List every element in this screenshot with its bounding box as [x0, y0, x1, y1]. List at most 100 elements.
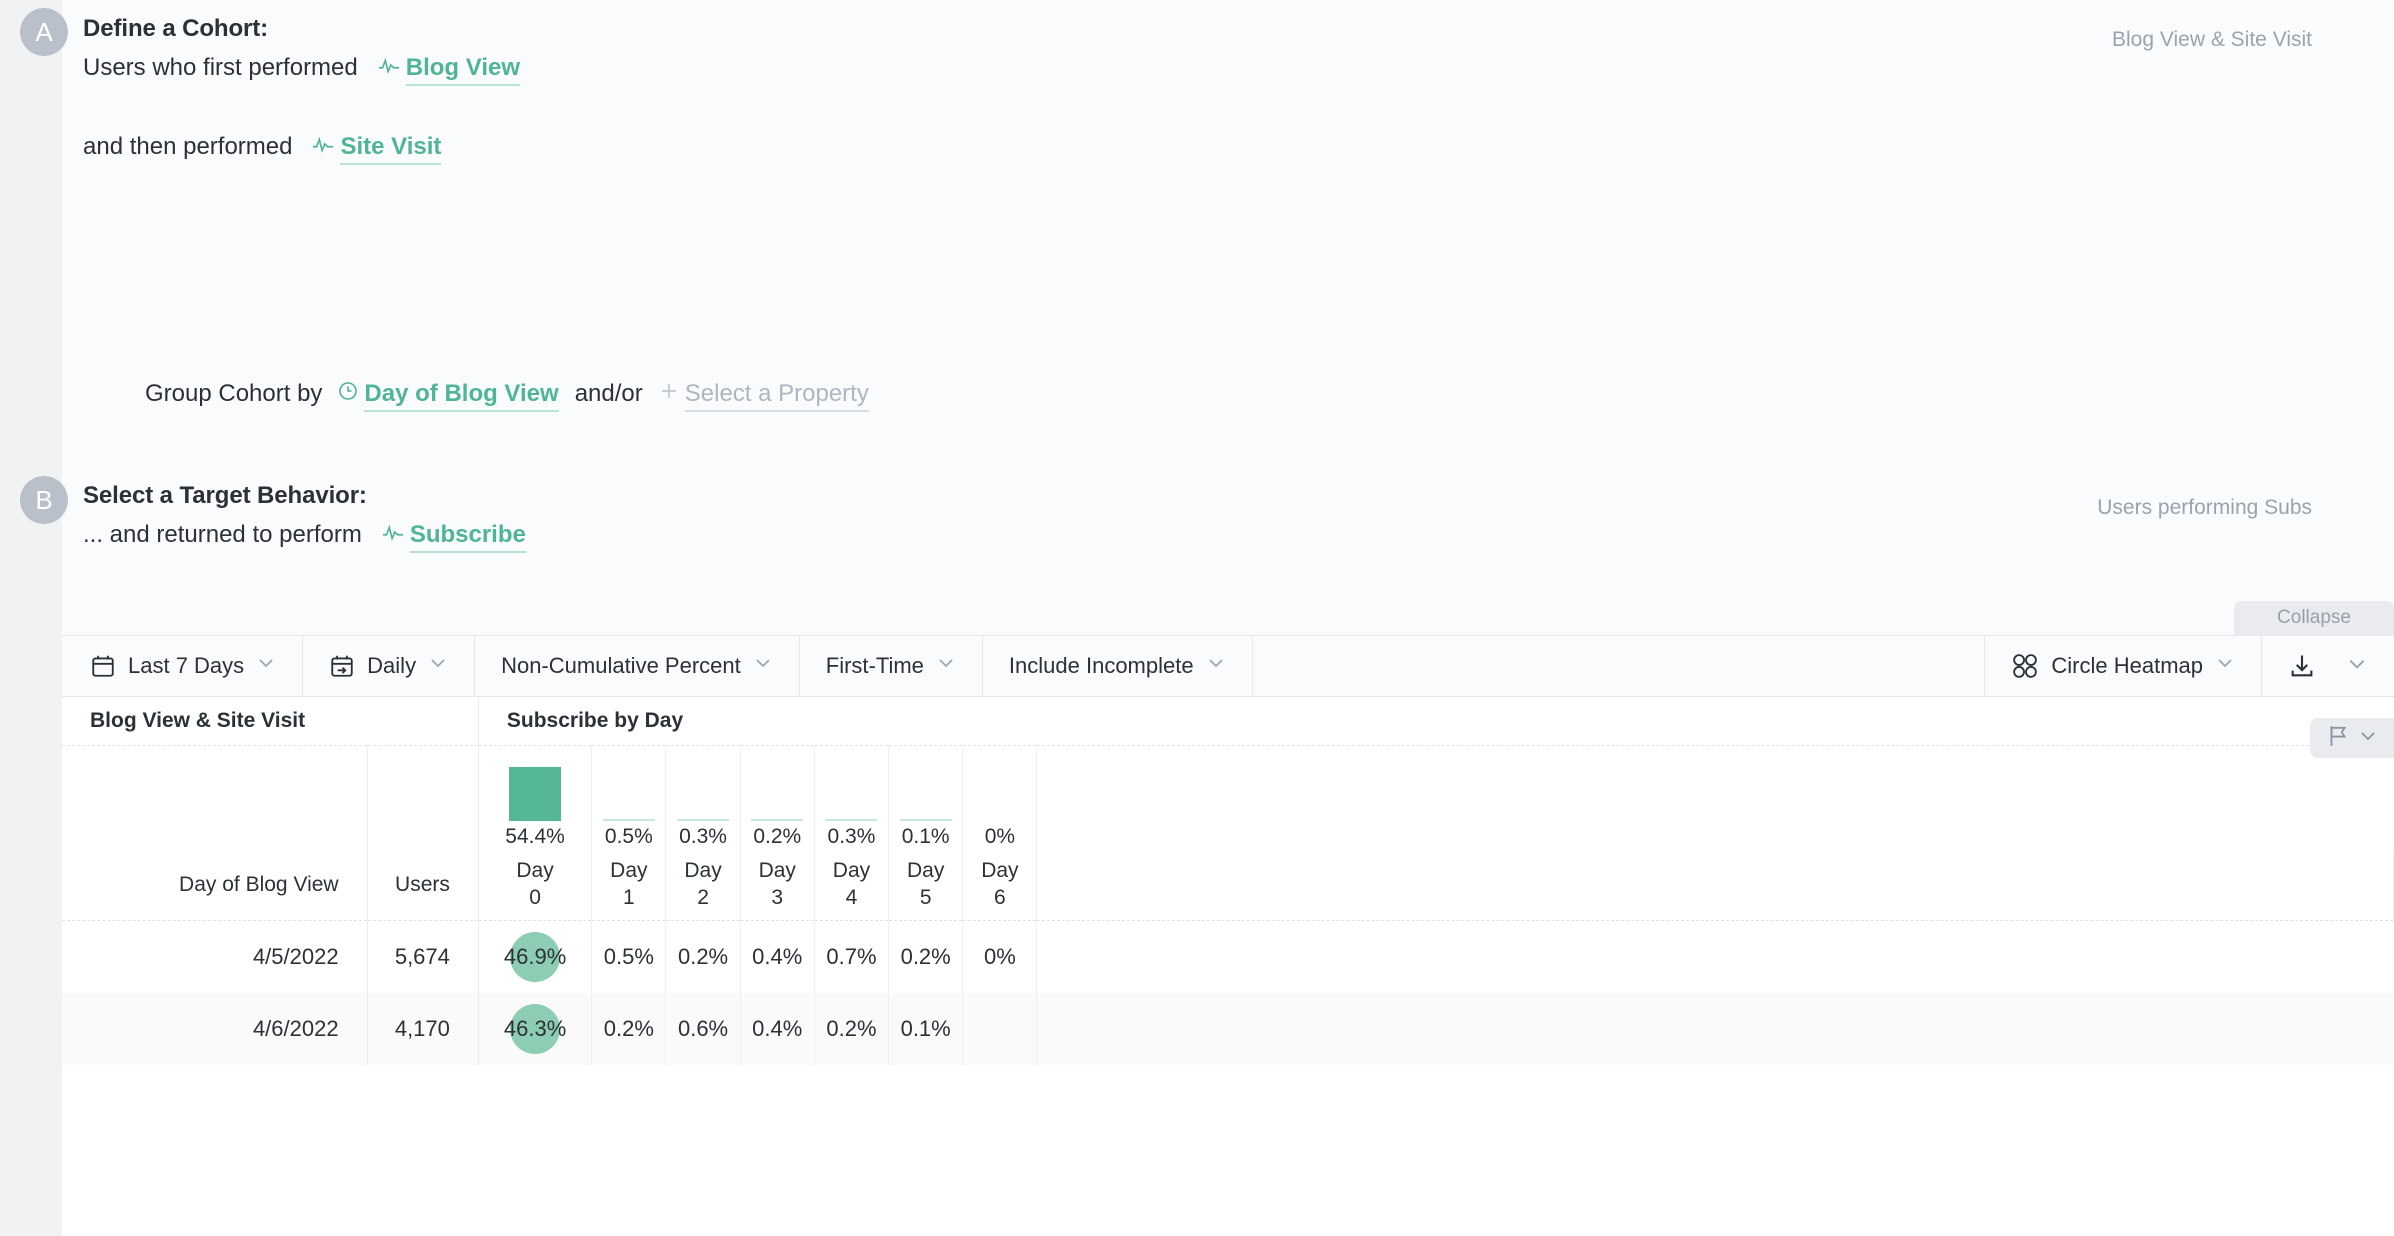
- cell-day-2[interactable]: 0.2%: [665, 920, 741, 993]
- site-visit-event-link[interactable]: Site Visit: [340, 133, 442, 165]
- subscribe-event-chip[interactable]: Subscribe: [382, 521, 526, 553]
- column-header-day-5[interactable]: Day 5: [888, 850, 964, 921]
- column-header-users[interactable]: Users: [367, 850, 479, 921]
- cell-value: 0.4%: [752, 943, 803, 969]
- cell-day-6[interactable]: [962, 992, 1038, 1065]
- chevron-down-icon: [936, 653, 956, 679]
- cell-day-1[interactable]: 0.2%: [591, 992, 667, 1065]
- summary-cell-day-6: 0%: [962, 745, 1038, 851]
- summary-cell-day-4: 0.3%: [814, 745, 890, 851]
- chevron-down-icon: [1206, 653, 1226, 679]
- occurrence-selector[interactable]: First-Time: [800, 636, 983, 696]
- step-b-side-note: Users performing Subs: [2097, 496, 2312, 519]
- column-header-day-0[interactable]: Day 0: [478, 850, 593, 921]
- cell-day-2[interactable]: 0.6%: [665, 992, 741, 1065]
- column-header-day-6[interactable]: Day 6: [962, 850, 1038, 921]
- results-toolbar: Last 7 Days Daily Non-Cumulative Percent: [62, 635, 2394, 697]
- completeness-selector[interactable]: Include Incomplete: [983, 636, 1253, 696]
- summary-value-day-4: 0.3%: [827, 824, 876, 848]
- table-row[interactable]: 4/5/2022 5,674 46.9% 0.5% 0.2% 0.4% 0.7%…: [62, 920, 2394, 993]
- cohort-table: Blog View & Site Visit Subscribe by Day …: [62, 697, 2394, 1236]
- column-header-day-4-label: Day 4: [832, 859, 871, 910]
- group-cohort-conjunction: and/or: [574, 380, 643, 407]
- summary-bar-day-3: [751, 818, 804, 821]
- measurement-label: Non-Cumulative Percent: [501, 653, 741, 678]
- summary-value-day-6: 0%: [984, 824, 1016, 848]
- cell-value: 0.5%: [603, 943, 654, 969]
- measurement-selector[interactable]: Non-Cumulative Percent: [475, 636, 800, 696]
- column-header-day-2[interactable]: Day 2: [665, 850, 741, 921]
- download-icon[interactable]: [2288, 652, 2316, 680]
- granularity-label: Daily: [367, 653, 417, 678]
- cell-day-5[interactable]: 0.2%: [888, 920, 964, 993]
- chevron-down-icon: [2215, 653, 2235, 679]
- date-range-label: Last 7 Days: [128, 653, 245, 678]
- date-range-selector[interactable]: Last 7 Days: [62, 636, 304, 696]
- collapse-button[interactable]: Collapse: [2234, 601, 2394, 635]
- table-row[interactable]: 4/6/2022 4,170 46.3% 0.2% 0.6% 0.4% 0.2%…: [62, 992, 2394, 1065]
- query-builder-panel: A Define a Cohort: Users who first perfo…: [20, 0, 2394, 636]
- summary-cell-day-1: 0.5%: [591, 745, 667, 851]
- table-group-header-row: Blog View & Site Visit Subscribe by Day: [62, 697, 2394, 745]
- day-of-blog-view-chip[interactable]: Day of Blog View: [338, 380, 559, 412]
- blog-view-event-chip[interactable]: Blog View: [378, 54, 520, 86]
- clock-icon: [338, 380, 358, 400]
- toolbar-more-chevron-down-icon[interactable]: [2346, 653, 2368, 680]
- step-a-line-1-prefix: Users who first performed: [83, 54, 358, 81]
- row-date: 4/5/2022: [62, 920, 368, 993]
- right-group-header: Subscribe by Day: [506, 708, 684, 732]
- column-header-day-0-label: Day 0: [516, 859, 554, 910]
- cell-day-3[interactable]: 0.4%: [740, 920, 815, 993]
- step-a-title: Define a Cohort:: [83, 15, 269, 42]
- day-of-blog-view-link[interactable]: Day of Blog View: [364, 380, 559, 412]
- visualization-label: Circle Heatmap: [2051, 653, 2203, 678]
- summary-bar-day-5: [899, 818, 952, 821]
- site-visit-event-chip[interactable]: Site Visit: [312, 133, 442, 165]
- summary-value-day-0: 54.4%: [505, 824, 565, 848]
- column-header-day-3[interactable]: Day 3: [740, 850, 815, 921]
- cell-day-0[interactable]: 46.3%: [478, 992, 593, 1065]
- cell-day-6[interactable]: 0%: [962, 920, 1038, 993]
- step-b-line-1: ... and returned to perform Subscribe: [83, 521, 526, 553]
- pulse-icon: [382, 521, 404, 541]
- step-b-badge: B: [20, 476, 68, 524]
- cell-day-4[interactable]: 0.2%: [814, 992, 890, 1065]
- summary-cell-day-2: 0.3%: [665, 745, 741, 851]
- blog-view-event-link[interactable]: Blog View: [405, 54, 520, 86]
- summary-value-day-5: 0.1%: [901, 824, 950, 848]
- pulse-icon: [378, 54, 400, 74]
- select-property-chip[interactable]: Select a Property: [659, 380, 869, 412]
- granularity-selector[interactable]: Daily: [303, 636, 476, 696]
- cell-value: 0.2%: [603, 1015, 654, 1041]
- cell-day-4[interactable]: 0.7%: [814, 920, 890, 993]
- column-header-day-1[interactable]: Day 1: [591, 850, 667, 921]
- summary-bar-day-4: [825, 818, 878, 821]
- row-users: 5,674: [367, 920, 479, 993]
- subscribe-event-link[interactable]: Subscribe: [409, 521, 526, 553]
- column-header-day-3-label: Day 3: [758, 859, 796, 910]
- visualization-selector[interactable]: Circle Heatmap: [1985, 636, 2262, 696]
- summary-value-day-1: 0.5%: [604, 824, 653, 848]
- calendar-icon: [90, 653, 116, 679]
- cell-value: 0%: [983, 943, 1016, 969]
- group-cohort-label: Group Cohort by: [145, 380, 323, 407]
- column-header-day-4[interactable]: Day 4: [814, 850, 890, 921]
- cohort-table-grid: Blog View & Site Visit Subscribe by Day …: [62, 697, 2394, 1065]
- row-date: 4/6/2022: [62, 992, 368, 1065]
- select-property-link[interactable]: Select a Property: [684, 380, 869, 412]
- column-header-day-2-label: Day 2: [684, 859, 722, 910]
- column-header-date[interactable]: Day of Blog View: [62, 850, 368, 921]
- step-a-line-1: Users who first performed Blog View: [83, 54, 520, 86]
- flag-annotations-button[interactable]: [2310, 718, 2394, 758]
- flag-icon: [2326, 724, 2350, 753]
- cell-value: 0.4%: [752, 1015, 803, 1041]
- cell-value: 0.6%: [677, 1015, 729, 1041]
- cell-day-0[interactable]: 46.9%: [478, 920, 593, 993]
- step-a-side-note: Blog View & Site Visit: [2112, 28, 2312, 51]
- cell-day-1[interactable]: 0.5%: [591, 920, 667, 993]
- flag-chevron-down-icon: [2358, 726, 2378, 751]
- cell-day-5[interactable]: 0.1%: [888, 992, 964, 1065]
- step-b-title: Select a Target Behavior:: [83, 482, 367, 509]
- cell-value: 0.2%: [900, 943, 951, 969]
- cell-day-3[interactable]: 0.4%: [740, 992, 815, 1065]
